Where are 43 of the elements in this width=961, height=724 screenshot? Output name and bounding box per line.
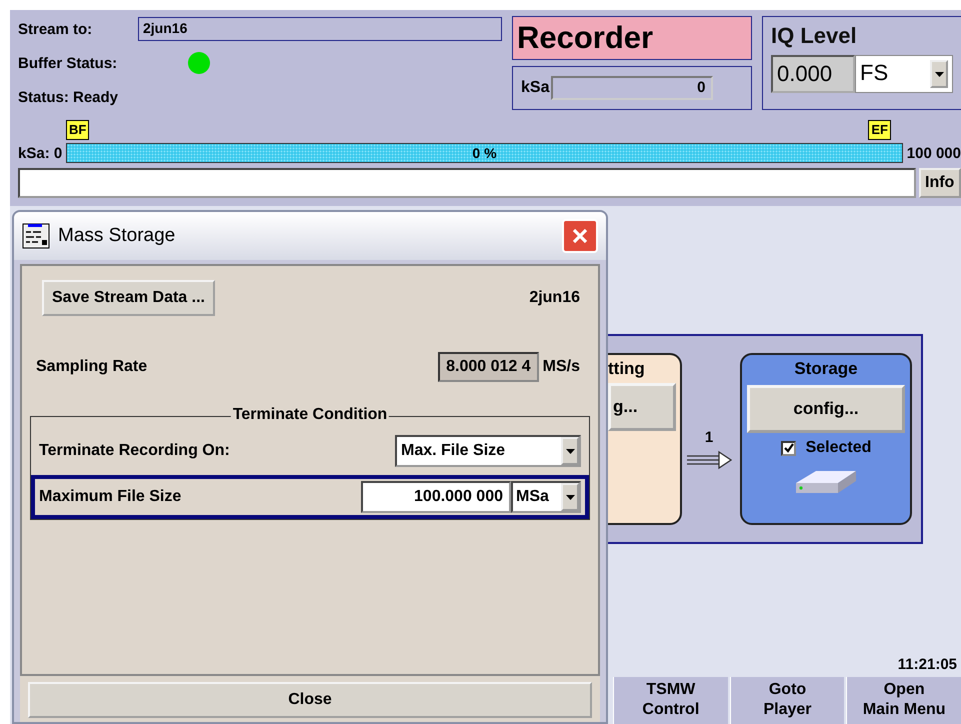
stream-to-label: Stream to: [18,20,94,38]
softkey-button[interactable]: TSMW Control [613,677,728,724]
recorder-title: Recorder [512,16,752,60]
terminate-recording-label: Terminate Recording On: [39,442,230,460]
stream-to-field[interactable]: 2jun16 [138,17,502,41]
start-label: kSa: 0 [18,144,62,162]
save-stream-data-button[interactable]: Save Stream Data ... [42,280,215,316]
iq-unit-dropdown[interactable]: FS [855,55,953,93]
selected-checkbox[interactable] [780,440,796,456]
info-button[interactable]: Info [919,168,961,198]
max-file-size-field[interactable]: 100.000 000 [361,481,511,513]
softkey-button[interactable]: Goto Player [730,677,844,724]
sample-count-field: 0 [551,76,714,100]
iq-level-title: IQ Level [771,23,858,49]
info-field[interactable] [18,168,916,198]
end-label: 100 000 [906,144,961,162]
sampling-rate-unit: MS/s [542,358,580,376]
sample-count-unit: kSa [521,79,550,97]
window-icon [22,223,50,249]
dialog-title: Mass Storage [58,225,176,247]
block-title: tting [608,358,646,379]
config-button[interactable]: config... [747,385,905,433]
softkey-button[interactable]: Open Main Menu [846,677,961,724]
progress-reading: 0 % [472,144,497,162]
begin-marker: BF [66,120,90,140]
unit-dropdown[interactable]: MSa [511,481,581,513]
status-text: Status: Ready [18,88,118,106]
clock-time: 11:21:05 [898,656,957,673]
sampling-rate-label: Sampling Rate [36,358,148,376]
flow-arrow-icon [686,450,732,470]
close-button[interactable]: Close [28,682,592,718]
path-count: 1 [704,428,714,446]
buffer-status-label: Buffer Status: [18,54,118,72]
sampling-rate-field: 8.000 012 4 [438,352,539,382]
close-icon[interactable] [562,219,598,253]
iq-level-field[interactable]: 0.000 [771,55,855,93]
selected-label: Selected [806,439,872,457]
terminate-condition-dropdown[interactable]: Max. File Size [395,435,581,467]
end-marker: EF [868,120,891,140]
max-file-size-label: Maximum File Size [39,488,182,506]
config-button[interactable]: g... [608,383,676,431]
storage-title: Storage [794,359,858,379]
file-name: 2jun16 [529,289,580,307]
